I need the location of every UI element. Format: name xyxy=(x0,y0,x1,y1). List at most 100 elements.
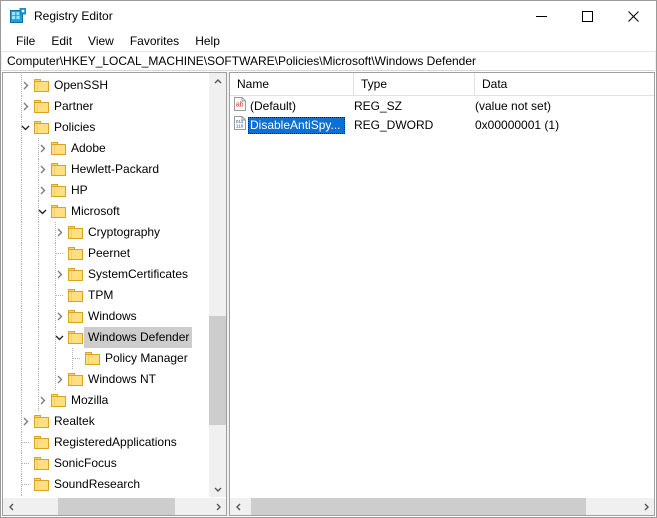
tree-hscroll-track[interactable] xyxy=(20,498,209,515)
tree-hscroll-thumb[interactable] xyxy=(57,498,175,515)
registry-values-list: ab (Default) REG_SZ (value not set) 011 110 Di… xyxy=(230,96,654,497)
chevron-right-icon[interactable] xyxy=(17,96,33,117)
list-column-headers: Name Type Data xyxy=(230,73,654,96)
chevron-right-icon[interactable] xyxy=(34,138,50,159)
tree-guide-line xyxy=(21,327,22,348)
chevron-right-icon[interactable] xyxy=(34,390,50,411)
tree-node[interactable]: Policies xyxy=(3,117,208,138)
value-name-cell: 011 110 DisableAntiSpy... xyxy=(230,116,354,135)
menu-help[interactable]: Help xyxy=(187,32,228,51)
tree-folder-slot xyxy=(50,390,67,411)
chevron-right-icon[interactable] xyxy=(51,369,67,390)
tree-guide-line xyxy=(38,327,39,348)
chevron-right-icon[interactable] xyxy=(51,306,67,327)
tree-scroll-up-button[interactable] xyxy=(209,73,226,90)
chevron-down-icon[interactable] xyxy=(51,327,67,348)
tree-node[interactable]: SoundResearch xyxy=(3,474,208,495)
tree-node[interactable]: Adobe xyxy=(3,138,208,159)
tree-node[interactable]: OpenSSH xyxy=(3,75,208,96)
list-hscroll-thumb[interactable] xyxy=(250,498,587,515)
tree-node[interactable]: Partner xyxy=(3,96,208,117)
tree-scroll-left-button[interactable] xyxy=(3,498,20,515)
chevron-right-icon[interactable] xyxy=(17,75,33,96)
folder-icon xyxy=(85,352,100,365)
column-header-data[interactable]: Data xyxy=(475,73,645,95)
menu-view[interactable]: View xyxy=(80,32,122,51)
tree-folder-slot xyxy=(33,75,50,96)
chevron-right-icon[interactable] xyxy=(51,222,67,243)
maximize-button[interactable] xyxy=(564,1,610,31)
folder-icon xyxy=(34,121,49,134)
tree-node-label: Partner xyxy=(54,99,94,113)
folder-icon xyxy=(68,247,83,260)
chevron-down-icon[interactable] xyxy=(17,117,33,138)
column-header-name[interactable]: Name xyxy=(230,73,354,95)
close-button[interactable] xyxy=(610,1,656,31)
tree-scroll-down-button[interactable] xyxy=(209,480,226,497)
chevron-right-icon[interactable] xyxy=(17,411,33,432)
list-horizontal-scrollbar[interactable] xyxy=(230,497,654,515)
tree-node-label: Microsoft xyxy=(71,204,120,218)
tree-node[interactable]: Hewlett-Packard xyxy=(3,159,208,180)
tree-vscroll-thumb[interactable] xyxy=(209,316,226,426)
tree-node[interactable]: TPM xyxy=(3,285,208,306)
tree-guide-line xyxy=(38,306,39,327)
tree-node-label: Windows xyxy=(88,309,137,323)
tree-guide-line xyxy=(38,348,39,369)
address-bar[interactable]: Computer\HKEY_LOCAL_MACHINE\SOFTWARE\Pol… xyxy=(2,51,655,71)
value-name-cell: ab (Default) xyxy=(230,97,354,116)
tree-node[interactable]: HP xyxy=(3,180,208,201)
folder-icon xyxy=(34,100,49,113)
tree-folder-slot xyxy=(33,453,50,474)
tree-node[interactable]: SonicFocus xyxy=(3,453,208,474)
tree-node-label: SonicFocus xyxy=(54,456,117,470)
tree-folder-slot xyxy=(67,285,84,306)
tree-vertical-scrollbar[interactable] xyxy=(208,73,226,497)
list-scroll-left-button[interactable] xyxy=(230,498,247,515)
tree-guide-line xyxy=(21,222,22,243)
tree-node[interactable]: Windows Defender xyxy=(3,327,208,348)
minimize-button[interactable] xyxy=(518,1,564,31)
tree-node-label: HP xyxy=(71,183,88,197)
tree-node[interactable]: SystemCertificates xyxy=(3,264,208,285)
menu-edit[interactable]: Edit xyxy=(43,32,80,51)
column-header-type[interactable]: Type xyxy=(354,73,475,95)
folder-icon xyxy=(51,163,66,176)
tree-node[interactable]: Cryptography xyxy=(3,222,208,243)
tree-guide-line xyxy=(38,264,39,285)
list-scroll-right-button[interactable] xyxy=(637,498,654,515)
folder-icon xyxy=(68,310,83,323)
tree-node[interactable]: Policy Manager xyxy=(3,348,208,369)
chevron-right-icon[interactable] xyxy=(51,264,67,285)
tree-vscroll-track[interactable] xyxy=(209,90,226,480)
tree-leaf-connector xyxy=(17,474,33,495)
chevron-right-icon[interactable] xyxy=(34,159,50,180)
tree-scroll-right-button[interactable] xyxy=(209,498,226,515)
tree-node-label: SoundResearch xyxy=(54,477,141,491)
tree-node[interactable]: Realtek xyxy=(3,411,208,432)
tree-node[interactable]: Windows NT xyxy=(3,369,208,390)
tree-node-label: Windows NT xyxy=(88,372,157,386)
registry-values-pane: Name Type Data ab (Default) REG_SZ (value n… xyxy=(230,72,655,516)
tree-folder-slot xyxy=(33,432,50,453)
tree-horizontal-scrollbar[interactable] xyxy=(3,497,226,515)
menu-favorites[interactable]: Favorites xyxy=(122,32,187,51)
tree-node[interactable]: Mozilla xyxy=(3,390,208,411)
tree-leaf-connector xyxy=(17,432,33,453)
chevron-down-icon[interactable] xyxy=(34,201,50,222)
chevron-right-icon[interactable] xyxy=(34,180,50,201)
tree-node[interactable]: Microsoft xyxy=(3,201,208,222)
folder-icon xyxy=(51,205,66,218)
tree-guide-line xyxy=(21,243,22,264)
tree-folder-slot xyxy=(67,369,84,390)
list-hscroll-track[interactable] xyxy=(247,498,637,515)
menu-file[interactable]: File xyxy=(8,32,43,51)
registry-value-row[interactable]: 011 110 DisableAntiSpy... REG_DWORD 0x000000… xyxy=(230,116,654,135)
tree-node[interactable]: Windows xyxy=(3,306,208,327)
tree-folder-slot xyxy=(50,138,67,159)
tree-guide-line xyxy=(21,306,22,327)
registry-value-row[interactable]: ab (Default) REG_SZ (value not set) xyxy=(230,97,654,116)
tree-node[interactable]: RegisteredApplications xyxy=(3,432,208,453)
tree-node[interactable]: Peernet xyxy=(3,243,208,264)
tree-guide-line xyxy=(38,222,39,243)
